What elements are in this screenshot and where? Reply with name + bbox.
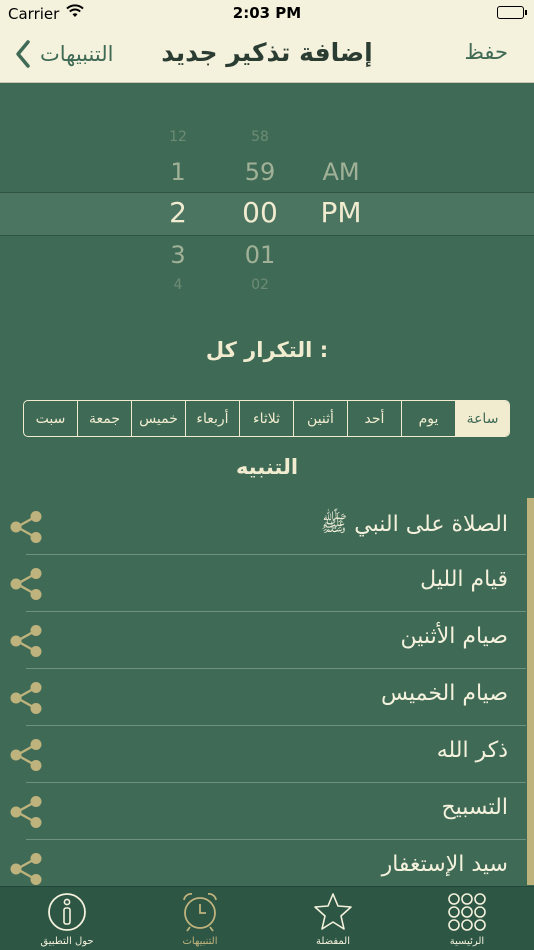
alert-row-label: صيام الخميس bbox=[380, 681, 508, 706]
repeat-option-tuesday[interactable]: ثلاثاء bbox=[239, 401, 293, 436]
repeat-option-saturday[interactable]: سبت bbox=[24, 401, 77, 436]
repeat-option-friday[interactable]: جمعة bbox=[77, 401, 131, 436]
share-icon[interactable] bbox=[8, 624, 44, 658]
star-icon bbox=[314, 893, 352, 930]
picker-ampm-column[interactable]: AM PM bbox=[305, 84, 377, 299]
alarm-clock-icon bbox=[183, 893, 217, 932]
time-picker[interactable]: 12 1 2 3 4 58 59 00 01 02 AM PM bbox=[0, 84, 534, 299]
picker-hour-value: 3 bbox=[170, 241, 186, 269]
picker-minute-value: 02 bbox=[251, 277, 269, 293]
share-icon[interactable] bbox=[8, 738, 44, 772]
tab-favorites-label: المفضلة bbox=[315, 936, 350, 947]
list-scrollbar[interactable] bbox=[527, 498, 534, 885]
picker-hour-value: 12 bbox=[169, 129, 187, 145]
repeat-option-hour[interactable]: ساعة bbox=[455, 401, 509, 436]
picker-hour-value: 1 bbox=[170, 158, 186, 186]
share-icon[interactable] bbox=[8, 795, 44, 829]
grid-icon bbox=[448, 893, 486, 931]
row-divider bbox=[26, 611, 526, 612]
share-icon[interactable] bbox=[8, 681, 44, 715]
picker-ampm-selected: PM bbox=[320, 196, 362, 229]
alert-row[interactable]: سيد الإستغفار bbox=[0, 840, 534, 885]
page-title: إضافة تذكير جديد bbox=[161, 38, 373, 67]
row-divider bbox=[26, 782, 526, 783]
tab-alerts-label: التنبيهات bbox=[182, 936, 218, 947]
picker-minute-value: 01 bbox=[244, 241, 276, 269]
share-icon[interactable] bbox=[8, 567, 44, 601]
row-divider bbox=[26, 725, 526, 726]
alert-row[interactable]: الصلاة على النبي ﷺ bbox=[0, 498, 534, 555]
picker-hour-selected: 2 bbox=[169, 196, 187, 229]
status-time: 2:03 PM bbox=[232, 4, 302, 22]
save-button[interactable]: حفظ bbox=[464, 40, 508, 64]
picker-hour-column[interactable]: 12 1 2 3 4 bbox=[148, 84, 208, 299]
alert-section-label: التنبيه bbox=[235, 455, 299, 479]
status-bar: Carrier 2:03 PM bbox=[0, 0, 534, 28]
picker-hour-value: 4 bbox=[173, 277, 183, 293]
alert-row-label: ذكر الله bbox=[436, 738, 508, 763]
alert-row-label: صيام الأثنين bbox=[400, 624, 508, 649]
share-icon[interactable] bbox=[8, 852, 44, 885]
alert-row[interactable]: التسبيح bbox=[0, 783, 534, 840]
repeat-option-sunday[interactable]: أحد bbox=[347, 401, 401, 436]
tab-home-label: الرئيسية bbox=[449, 936, 485, 947]
repeat-option-monday[interactable]: أثنين bbox=[293, 401, 347, 436]
row-divider bbox=[26, 668, 526, 669]
picker-minute-value: 58 bbox=[251, 129, 269, 145]
alert-row[interactable]: قيام الليل bbox=[0, 555, 534, 612]
tab-home[interactable]: الرئيسية bbox=[407, 887, 527, 950]
alert-row[interactable]: صيام الأثنين bbox=[0, 612, 534, 669]
navigation-bar: Carrier 2:03 PM التنبيهات إضافة تذكير جد… bbox=[0, 0, 534, 83]
tab-bar: الرئيسية المفضلة التنبيهات حول التطبيق bbox=[0, 886, 534, 950]
picker-minute-selected: 00 bbox=[242, 196, 278, 229]
row-divider bbox=[26, 839, 526, 840]
repeat-option-wednesday[interactable]: أربعاء bbox=[185, 401, 239, 436]
tab-about-label: حول التطبيق bbox=[40, 936, 94, 947]
alert-row-label: الصلاة على النبي ﷺ bbox=[320, 512, 508, 537]
battery-icon bbox=[497, 6, 527, 19]
tab-favorites[interactable]: المفضلة bbox=[273, 887, 393, 950]
alert-list[interactable]: سيد الإستغفار التسبيح ذكر الله صيام الخميس ص… bbox=[0, 498, 534, 885]
share-icon[interactable] bbox=[8, 510, 44, 544]
alert-row-label: سيد الإستغفار bbox=[381, 852, 508, 877]
picker-minute-value: 59 bbox=[244, 158, 276, 186]
info-icon bbox=[48, 893, 86, 931]
alert-row[interactable]: ذكر الله bbox=[0, 726, 534, 783]
tab-alerts[interactable]: التنبيهات bbox=[140, 887, 260, 950]
row-divider bbox=[26, 554, 526, 555]
picker-ampm-value: AM bbox=[322, 158, 360, 186]
alert-row-label: التسبيح bbox=[441, 795, 508, 820]
alert-row[interactable]: صيام الخميس bbox=[0, 669, 534, 726]
repeat-option-day[interactable]: يوم bbox=[401, 401, 455, 436]
alert-row-label: قيام الليل bbox=[420, 567, 508, 592]
picker-minute-column[interactable]: 58 59 00 01 02 bbox=[225, 84, 295, 299]
tab-about[interactable]: حول التطبيق bbox=[7, 887, 127, 950]
repeat-segmented-control[interactable]: ساعة يوم أحد أثنين ثلاثاء أربعاء خميس جم… bbox=[23, 400, 510, 437]
repeat-option-thursday[interactable]: خميس bbox=[131, 401, 185, 436]
repeat-label: التكرار كل : bbox=[205, 338, 329, 362]
